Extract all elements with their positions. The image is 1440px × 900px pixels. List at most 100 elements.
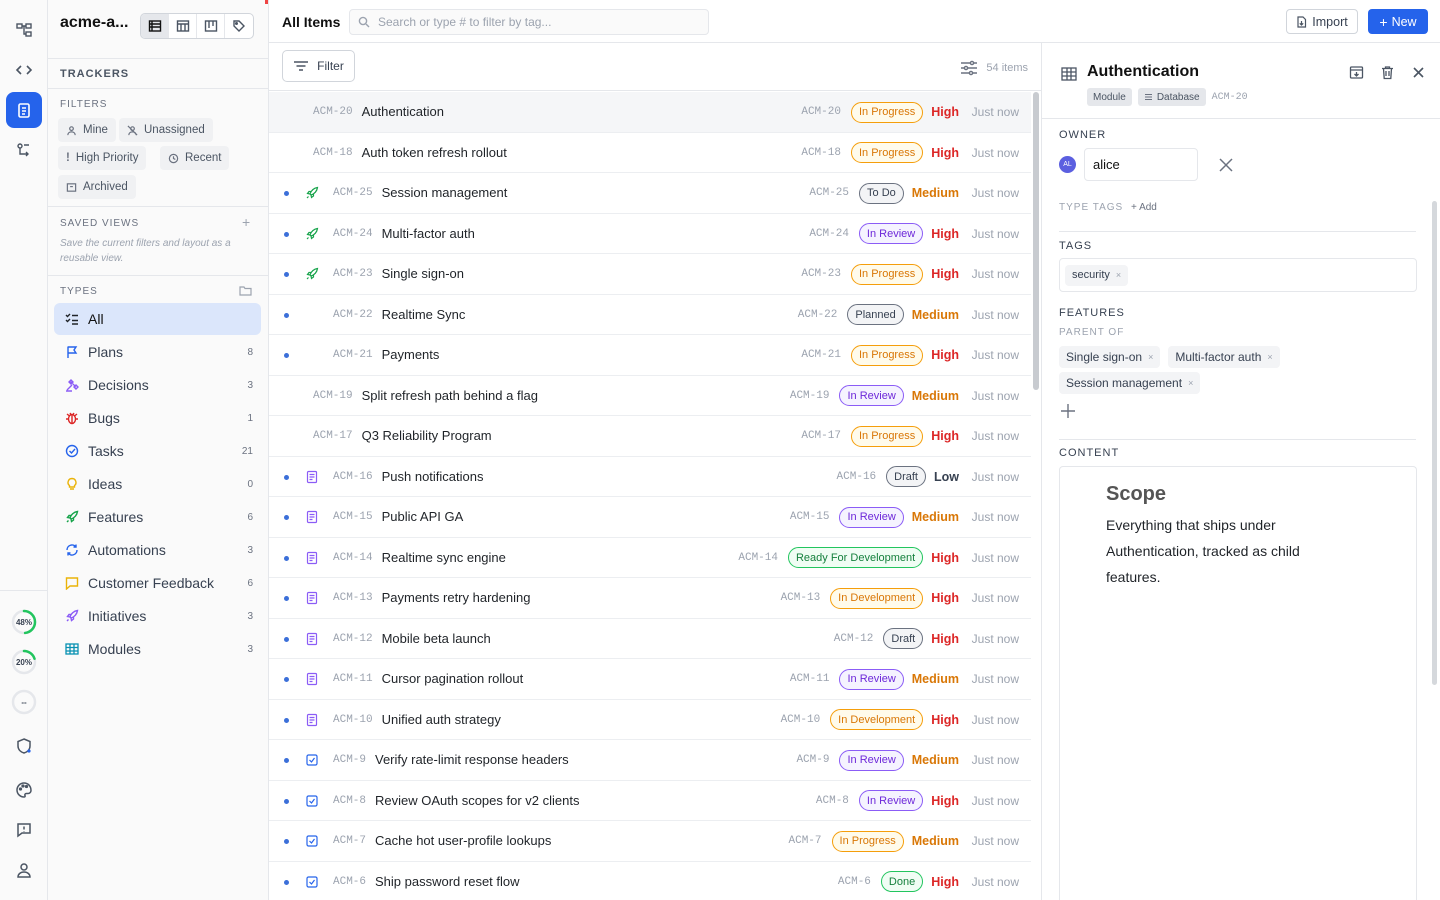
table-row[interactable]: ACM-15 Public API GA ACM-15 In Review Medium…	[269, 497, 1031, 538]
remove-feature-icon[interactable]: ×	[1148, 352, 1153, 362]
user-icon[interactable]	[6, 852, 42, 888]
sidebar-type-plans[interactable]: Plans 8	[54, 336, 261, 368]
list-scrollbar[interactable]	[1031, 92, 1041, 900]
new-button[interactable]: + New	[1368, 9, 1428, 34]
tags-input[interactable]: security ×	[1059, 258, 1417, 292]
table-row[interactable]: ACM-6 Ship password reset flow ACM-6 Done Hi…	[269, 862, 1031, 900]
status-badge[interactable]: In Review	[839, 385, 904, 406]
workflow-icon[interactable]	[6, 132, 42, 168]
feature-chip[interactable]: Single sign-on ×	[1059, 346, 1161, 368]
priority-label[interactable]: High	[931, 429, 959, 443]
sidebar-type-bugs[interactable]: Bugs 1	[54, 402, 261, 434]
tag-view-button[interactable]	[225, 14, 253, 38]
progress-ring[interactable]: 20%	[10, 648, 38, 676]
table-row[interactable]: ACM-16 Push notifications ACM-16 Draft Low Ju…	[269, 457, 1031, 497]
priority-label[interactable]: High	[931, 267, 959, 281]
archive-icon[interactable]	[1349, 65, 1364, 80]
feature-chip[interactable]: Session management ×	[1059, 372, 1201, 394]
add-view-icon[interactable]: +	[242, 214, 250, 230]
priority-label[interactable]: High	[931, 348, 959, 362]
status-badge[interactable]: Planned	[847, 304, 904, 325]
status-badge[interactable]: In Development	[830, 587, 924, 609]
sidebar-type-initiatives[interactable]: Initiatives 3	[54, 600, 261, 632]
status-badge[interactable]: In Review	[858, 790, 924, 811]
status-badge[interactable]: In Progress	[850, 425, 924, 447]
sidebar-type-customer-feedback[interactable]: Customer Feedback 6	[54, 567, 261, 599]
priority-label[interactable]: Medium	[912, 753, 959, 767]
sliders-icon[interactable]	[960, 60, 978, 76]
status-badge[interactable]: In Review	[839, 668, 904, 690]
status-badge[interactable]: Done	[880, 871, 924, 892]
table-row[interactable]: ACM-8 Review OAuth scopes for v2 clients A…	[269, 781, 1031, 821]
table-row[interactable]: ACM-14 Realtime sync engine ACM-14 Ready Fo…	[269, 538, 1031, 578]
table-row[interactable]: ACM-13 Payments retry hardening ACM-13 In D…	[269, 578, 1031, 619]
priority-label[interactable]: High	[931, 146, 959, 160]
sidebar-type-modules[interactable]: Modules 3	[54, 633, 261, 665]
owner-input[interactable]: alice	[1084, 148, 1198, 181]
status-badge[interactable]: To Do	[859, 182, 904, 204]
code-icon[interactable]	[6, 52, 42, 88]
folder-icon[interactable]	[239, 285, 252, 297]
remove-feature-icon[interactable]: ×	[1267, 352, 1272, 362]
type-tag[interactable]: Module	[1087, 88, 1132, 106]
close-icon[interactable]	[1411, 65, 1426, 80]
status-badge[interactable]: Draft	[883, 628, 924, 649]
scroll-thumb[interactable]	[1033, 92, 1039, 390]
status-badge[interactable]: In Review	[839, 749, 904, 771]
priority-label[interactable]: High	[931, 794, 959, 808]
table-row[interactable]: ACM-18 Auth token refresh rollout ACM-18 In…	[269, 133, 1031, 173]
feedback-icon[interactable]	[6, 812, 42, 848]
table-row[interactable]: ACM-9 Verify rate-limit response headers A…	[269, 740, 1031, 781]
priority-label[interactable]: High	[931, 713, 959, 727]
priority-label[interactable]: High	[931, 551, 959, 565]
priority-label[interactable]: High	[931, 875, 959, 889]
priority-label[interactable]: High	[931, 105, 959, 119]
status-badge[interactable]: In Review	[839, 506, 904, 528]
filter-chip-archived[interactable]: Archived	[58, 175, 136, 199]
priority-label[interactable]: Low	[934, 470, 959, 484]
shield-icon[interactable]	[6, 728, 42, 764]
table-row[interactable]: ACM-24 Multi-factor auth ACM-24 In Review Hi…	[269, 214, 1031, 254]
priority-label[interactable]: Medium	[912, 834, 959, 848]
sidebar-type-all[interactable]: All	[54, 303, 261, 335]
progress-ring[interactable]: --	[10, 688, 38, 716]
status-badge[interactable]: In Progress	[850, 263, 924, 285]
status-badge[interactable]: Draft	[886, 466, 926, 487]
palette-icon[interactable]	[6, 772, 42, 808]
filter-chip-high-priority[interactable]: ! High Priority	[58, 146, 147, 170]
detail-scrollbar[interactable]	[1432, 201, 1437, 685]
status-badge[interactable]: In Progress	[831, 830, 904, 852]
table-row[interactable]: ACM-21 Payments ACM-21 In Progress High Just …	[269, 335, 1031, 376]
board-view-button[interactable]	[197, 14, 225, 38]
clear-owner-icon[interactable]	[1218, 157, 1234, 173]
table-row[interactable]: ACM-17 Q3 Reliability Program ACM-17 In Pro…	[269, 416, 1031, 457]
filter-button[interactable]: Filter	[282, 50, 355, 82]
add-feature-icon[interactable]	[1060, 403, 1076, 419]
import-button[interactable]: Import	[1286, 9, 1358, 34]
status-badge[interactable]: In Progress	[850, 344, 924, 366]
sidebar-type-automations[interactable]: Automations 3	[54, 534, 261, 566]
table-row[interactable]: ACM-20 Authentication ACM-20 In Progress Hig…	[269, 92, 1031, 133]
status-badge[interactable]: Ready For Development	[787, 547, 924, 568]
status-badge[interactable]: In Progress	[850, 142, 924, 163]
priority-label[interactable]: Medium	[912, 308, 959, 322]
clipboard-icon[interactable]	[6, 92, 42, 128]
sidebar-type-features[interactable]: Features 6	[54, 501, 261, 533]
hierarchy-icon[interactable]	[6, 12, 42, 48]
table-row[interactable]: ACM-12 Mobile beta launch ACM-12 Draft High J…	[269, 619, 1031, 659]
priority-label[interactable]: Medium	[912, 672, 959, 686]
priority-label[interactable]: High	[931, 591, 959, 605]
progress-ring[interactable]: 48%	[10, 608, 38, 636]
table-row[interactable]: ACM-7 Cache hot user-profile lookups ACM-7…	[269, 821, 1031, 862]
priority-label[interactable]: High	[931, 227, 959, 241]
remove-feature-icon[interactable]: ×	[1188, 378, 1193, 388]
table-row[interactable]: ACM-11 Cursor pagination rollout ACM-11 In …	[269, 659, 1031, 700]
feature-chip[interactable]: Multi-factor auth ×	[1168, 346, 1280, 368]
filter-chip-unassigned[interactable]: Unassigned	[119, 118, 213, 142]
trash-icon[interactable]	[1380, 65, 1395, 80]
workspace-name[interactable]: acme-a...	[60, 14, 128, 32]
priority-label[interactable]: Medium	[912, 186, 959, 200]
table-row[interactable]: ACM-10 Unified auth strategy ACM-10 In Deve…	[269, 700, 1031, 740]
sidebar-type-decisions[interactable]: Decisions 3	[54, 369, 261, 401]
tag-chip[interactable]: security ×	[1065, 264, 1129, 286]
